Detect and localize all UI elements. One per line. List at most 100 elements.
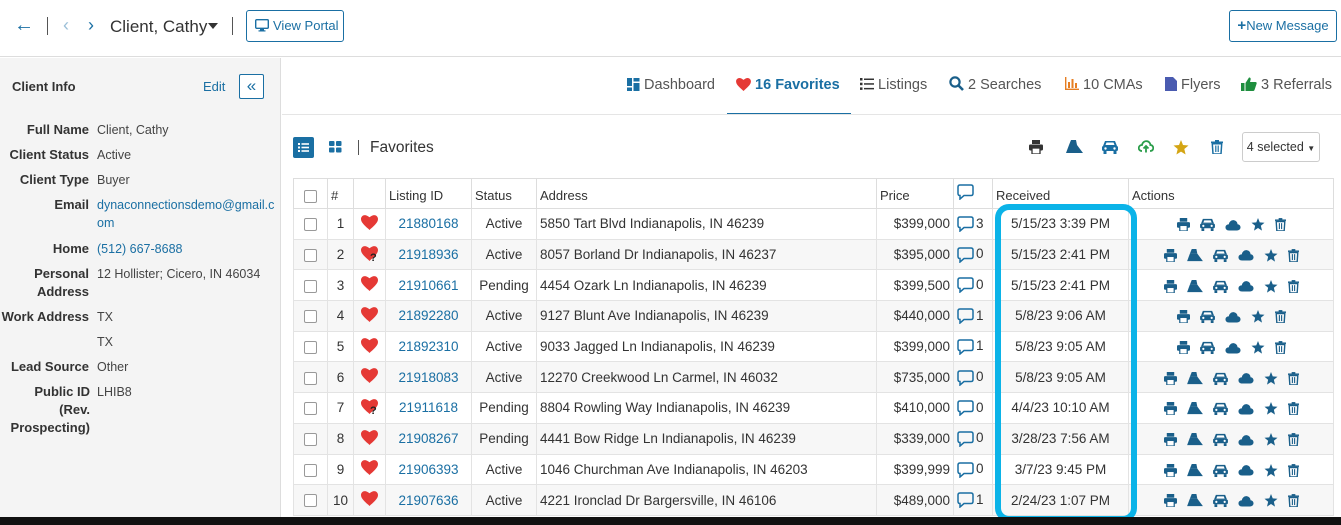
print-icon[interactable] <box>1176 218 1190 232</box>
cloud-icon[interactable] <box>1237 495 1254 507</box>
email-link[interactable]: dynaconnectionsdemo@gmail.com <box>97 196 279 232</box>
trash-icon[interactable] <box>1287 249 1299 263</box>
comment-icon[interactable] <box>957 461 974 479</box>
heart-icon[interactable] <box>361 337 378 353</box>
star-icon[interactable] <box>1264 371 1278 385</box>
car-icon[interactable] <box>1212 464 1228 477</box>
heart-icon[interactable] <box>361 214 378 230</box>
comment-icon[interactable] <box>957 339 974 356</box>
listing-id-link[interactable]: 21910661 <box>398 278 458 293</box>
star-icon[interactable] <box>1251 310 1265 323</box>
print-icon[interactable] <box>1029 140 1043 154</box>
table-row[interactable]: 1 21880168 Active 5850 Tart Blvd Indianapol… <box>293 208 1334 240</box>
select-all-checkbox[interactable] <box>304 190 317 203</box>
col-listing-id[interactable]: Listing ID <box>385 178 472 209</box>
comment-icon[interactable] <box>957 431 974 448</box>
comment-icon[interactable] <box>957 308 974 325</box>
favorite-heart[interactable] <box>361 276 378 294</box>
favorite-heart[interactable] <box>361 368 378 386</box>
print-icon[interactable] <box>1163 494 1177 509</box>
listing-id-link[interactable]: 21906393 <box>398 462 458 477</box>
favorite-heart[interactable] <box>361 214 378 233</box>
print-icon[interactable] <box>1163 248 1177 263</box>
table-row[interactable]: 5 21892310 Active 9033 Jagged Ln Indianapol… <box>293 330 1334 363</box>
star-icon[interactable] <box>1264 402 1278 415</box>
trash-icon[interactable] <box>1287 494 1299 509</box>
car-icon[interactable] <box>1199 310 1215 324</box>
listing-id-link[interactable]: 21908267 <box>398 431 458 446</box>
star-icon[interactable] <box>1251 341 1265 354</box>
briefcase-icon[interactable] <box>1186 402 1203 415</box>
comment-icon[interactable] <box>957 247 974 264</box>
listing-id-link[interactable]: 21911618 <box>399 400 458 415</box>
star-icon[interactable] <box>1251 218 1265 231</box>
new-message-button[interactable]: +New Message <box>1229 10 1337 42</box>
tab-dashboard[interactable]: Dashboard <box>627 76 715 94</box>
trash-icon[interactable] <box>1287 463 1299 478</box>
briefcase-icon[interactable] <box>1186 433 1203 446</box>
row-checkbox[interactable] <box>304 463 317 477</box>
briefcase-icon[interactable] <box>1186 371 1203 385</box>
view-portal-button[interactable]: View Portal <box>246 10 344 42</box>
briefcase-icon[interactable] <box>1066 140 1083 154</box>
row-checkbox[interactable] <box>304 248 317 262</box>
heart-icon[interactable] <box>361 460 378 476</box>
back-arrow-icon[interactable]: ← <box>14 14 34 36</box>
car-icon[interactable] <box>1212 494 1228 508</box>
car-icon[interactable] <box>1212 372 1228 385</box>
cloud-icon[interactable] <box>1237 464 1254 476</box>
car-icon[interactable] <box>1199 218 1215 232</box>
listing-id-link[interactable]: 21918083 <box>398 370 458 385</box>
print-icon[interactable] <box>1163 279 1177 294</box>
car-icon[interactable] <box>1212 402 1228 416</box>
star-icon[interactable] <box>1264 248 1278 262</box>
comment-icon[interactable] <box>957 492 974 509</box>
car-icon[interactable] <box>1199 341 1215 355</box>
favorite-heart[interactable]: ? <box>361 399 378 417</box>
heart-icon[interactable] <box>361 429 378 445</box>
comment-icon[interactable] <box>957 216 974 233</box>
print-icon[interactable] <box>1163 402 1177 417</box>
grid-view-icon[interactable] <box>329 141 342 153</box>
row-checkbox[interactable] <box>304 402 317 416</box>
tab-searches[interactable]: 2 Searches <box>949 76 1041 94</box>
print-icon[interactable] <box>1163 463 1177 478</box>
trash-icon[interactable] <box>1287 279 1299 294</box>
cloud-upload-icon[interactable] <box>1138 140 1154 153</box>
trash-icon[interactable] <box>1287 371 1299 386</box>
star-icon[interactable] <box>1264 494 1278 508</box>
print-icon[interactable] <box>1163 371 1177 386</box>
row-checkbox[interactable] <box>304 341 317 355</box>
briefcase-icon[interactable] <box>1186 463 1203 477</box>
table-row[interactable]: 2? 21918936 Active 8057 Borland Dr Indianap… <box>293 238 1334 271</box>
phone-link[interactable]: (512) 667-8688 <box>97 240 279 258</box>
cloud-icon[interactable] <box>1237 403 1254 415</box>
trash-icon[interactable] <box>1274 310 1286 324</box>
tab-cmas[interactable]: 10 CMAs <box>1065 76 1143 94</box>
star-icon[interactable] <box>1264 279 1278 293</box>
caret-down-icon[interactable] <box>208 23 218 29</box>
print-icon[interactable] <box>1163 433 1177 447</box>
favorite-heart[interactable] <box>361 306 378 325</box>
trash-icon[interactable] <box>1287 433 1299 447</box>
cloud-icon[interactable] <box>1224 342 1241 354</box>
cloud-icon[interactable] <box>1224 219 1241 231</box>
col-received[interactable]: Received <box>992 178 1129 209</box>
selected-count-dropdown[interactable]: 4 selected ▼ <box>1242 132 1320 162</box>
briefcase-icon[interactable] <box>1186 279 1203 293</box>
comment-icon[interactable] <box>957 277 974 295</box>
car-icon[interactable] <box>1212 433 1228 447</box>
listing-id-link[interactable]: 21892280 <box>398 308 458 323</box>
car-icon[interactable] <box>1102 140 1118 154</box>
row-checkbox[interactable] <box>304 310 317 324</box>
heart-icon[interactable] <box>361 306 378 322</box>
briefcase-icon[interactable] <box>1186 494 1203 507</box>
cloud-icon[interactable] <box>1237 280 1254 292</box>
row-checkbox[interactable] <box>304 218 317 232</box>
comment-icon[interactable] <box>957 400 974 417</box>
favorite-heart[interactable] <box>361 429 378 448</box>
favorite-heart[interactable] <box>361 337 378 356</box>
table-row[interactable]: 3 21910661 Pending 4454 Ozark Ln Indianapol… <box>293 269 1334 302</box>
star-icon[interactable] <box>1264 463 1278 477</box>
tab-favorites[interactable]: 16 Favorites <box>736 76 840 94</box>
